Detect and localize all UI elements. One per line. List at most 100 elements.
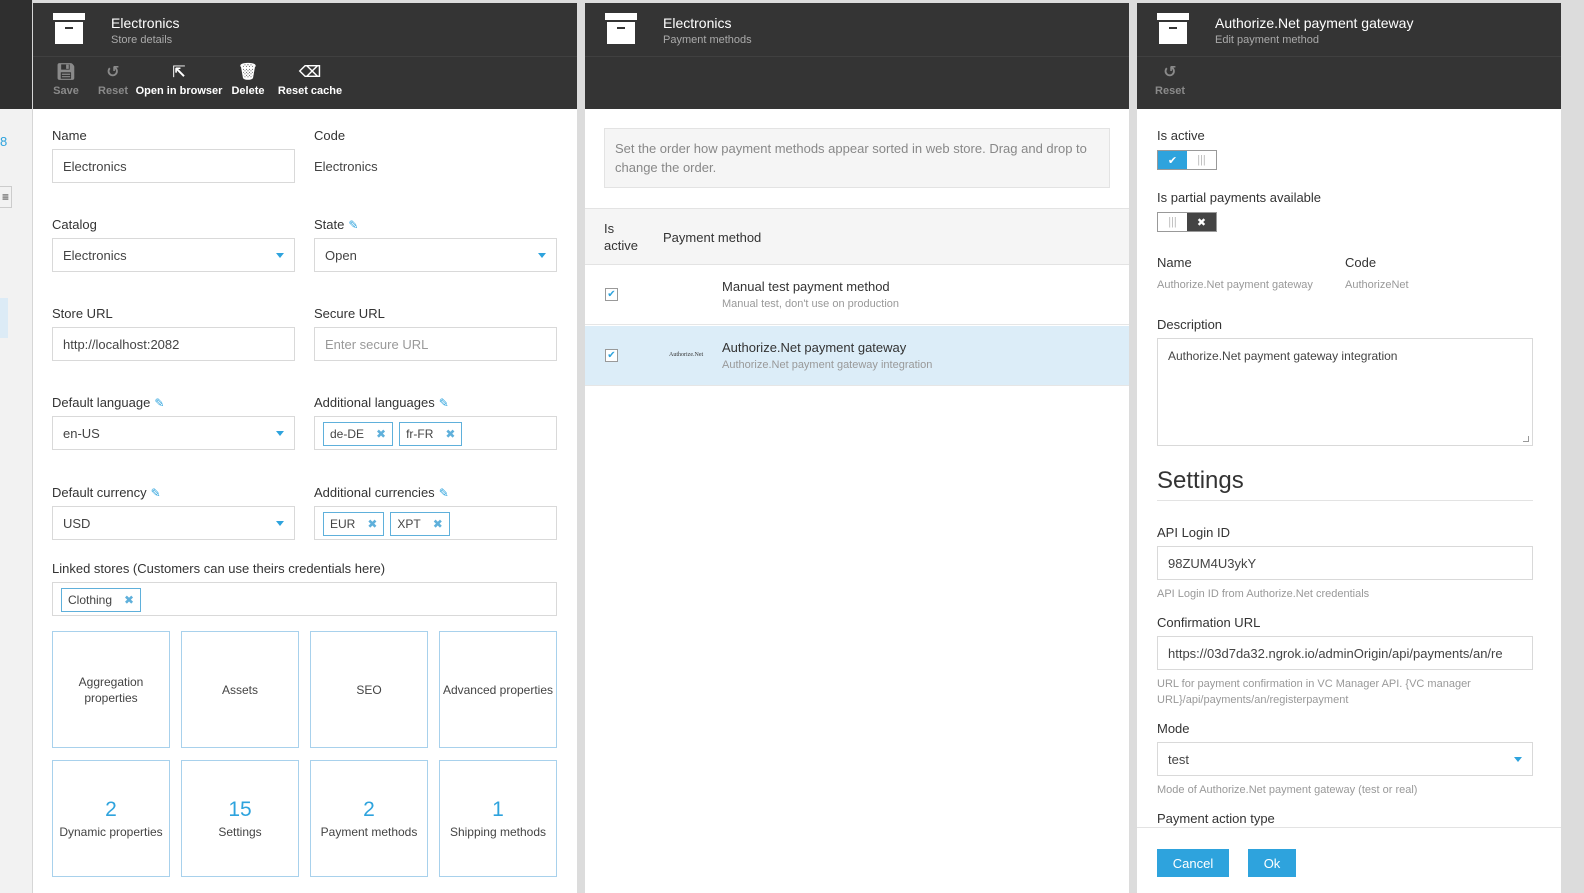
code-value: Electronics: [314, 159, 378, 174]
store-url-input[interactable]: http://localhost:2082: [52, 327, 295, 361]
left-strip-selected[interactable]: [0, 298, 8, 338]
chevron-down-icon: [538, 253, 546, 258]
language-tag: fr-FR ✖: [399, 422, 463, 446]
menu-icon[interactable]: ≡: [0, 186, 12, 208]
store-details-blade: Electronics Store details 💾︎ Save ↺ Rese…: [33, 3, 577, 893]
secure-url-label: Secure URL: [314, 306, 385, 321]
pencil-icon[interactable]: ✎: [348, 218, 358, 232]
default-currency-value: USD: [63, 516, 91, 531]
tile-aggregation-properties[interactable]: Aggregation properties: [52, 631, 170, 748]
tile-label: Assets: [221, 682, 258, 697]
external-link-icon: ⇱: [172, 64, 186, 81]
blade-subtitle: Payment methods: [663, 34, 752, 46]
chevron-down-icon: [276, 431, 284, 436]
mode-select[interactable]: test: [1157, 742, 1533, 776]
open-in-browser-button[interactable]: ⇱ Open in browser: [136, 57, 223, 109]
table-row-selected[interactable]: ✔ Authorize.Net Authorize.Net payment ga…: [585, 326, 1129, 386]
ok-button[interactable]: Ok: [1248, 849, 1296, 877]
default-currency-select[interactable]: USD: [52, 506, 295, 540]
reset-button[interactable]: ↺ Reset: [1147, 57, 1193, 109]
remove-icon[interactable]: ✖: [445, 427, 455, 441]
catalog-select[interactable]: Electronics: [52, 238, 295, 272]
cancel-button[interactable]: Cancel: [1157, 849, 1229, 877]
tile-count: 2: [105, 797, 117, 821]
tile-seo[interactable]: SEO: [310, 631, 428, 748]
default-language-label: Default language ✎: [52, 395, 164, 410]
name-label: Name: [1157, 255, 1192, 270]
col-payment-method[interactable]: Payment method: [663, 230, 761, 245]
tile-payment-methods[interactable]: 2 Payment methods: [310, 760, 428, 877]
archive-icon: [1157, 13, 1189, 45]
remove-icon[interactable]: ✖: [433, 517, 443, 531]
left-strip-header: [0, 0, 32, 109]
confirm-url-input[interactable]: https://03d7da32.ngrok.io/adminOrigin/ap…: [1157, 636, 1533, 670]
grid-header: Is active Payment method: [585, 208, 1129, 265]
remove-icon[interactable]: ✖: [367, 517, 377, 531]
secure-url-input[interactable]: Enter secure URL: [314, 327, 557, 361]
code-value: AuthorizeNet: [1345, 279, 1409, 291]
col-is-active[interactable]: Is active: [604, 220, 648, 254]
delete-button[interactable]: 🗑︎ Delete: [222, 57, 274, 109]
name-input[interactable]: Electronics: [52, 149, 295, 183]
additional-languages-tags[interactable]: de-DE ✖ fr-FR ✖: [314, 416, 557, 450]
currency-tag: EUR ✖: [323, 512, 385, 536]
tile-count: 2: [363, 797, 375, 821]
tile-count: 1: [492, 797, 504, 821]
name-label: Name: [52, 128, 87, 143]
save-button[interactable]: 💾︎ Save: [43, 57, 89, 109]
tile-assets[interactable]: Assets: [181, 631, 299, 748]
authorize-net-logo: Authorize.Net: [669, 352, 704, 358]
pencil-icon[interactable]: ✎: [439, 486, 449, 500]
chevron-down-icon: [276, 253, 284, 258]
state-select[interactable]: Open: [314, 238, 557, 272]
pencil-icon[interactable]: ✎: [154, 396, 164, 410]
language-tag: de-DE ✖: [323, 422, 394, 446]
tile-settings[interactable]: 15 Settings: [181, 760, 299, 877]
description-label: Description: [1157, 317, 1223, 332]
save-icon: 💾︎: [55, 64, 77, 81]
default-language-label-text: Default language: [52, 395, 151, 410]
api-login-label: API Login ID: [1157, 525, 1230, 540]
blade-header: Electronics Store details: [33, 3, 577, 57]
pencil-icon[interactable]: ✎: [439, 396, 449, 410]
default-currency-label-text: Default currency: [52, 485, 147, 500]
tile-advanced-properties[interactable]: Advanced properties: [439, 631, 557, 748]
blade-subtitle: Store details: [111, 34, 173, 46]
blade-subtitle: Edit payment method: [1215, 34, 1319, 46]
divider: [1157, 500, 1533, 501]
currency-tag: XPT ✖: [390, 512, 450, 536]
additional-currencies-tags[interactable]: EUR ✖ XPT ✖: [314, 506, 557, 540]
reset-button[interactable]: ↺ Reset: [90, 57, 136, 109]
pencil-icon[interactable]: ✎: [151, 486, 161, 500]
tile-label: Payment methods: [320, 824, 418, 839]
mode-hint: Mode of Authorize.Net payment gateway (t…: [1157, 784, 1418, 796]
grip-icon: |||: [1187, 151, 1216, 169]
partial-payments-toggle[interactable]: ||| ✖: [1157, 212, 1217, 232]
archive-icon: [605, 13, 637, 45]
remove-icon[interactable]: ✖: [124, 593, 134, 607]
code-label: Code: [314, 128, 346, 143]
blade-toolbar: ↺ Reset: [1137, 57, 1561, 109]
checkbox-checked-icon[interactable]: ✔: [605, 349, 618, 362]
table-row[interactable]: ✔ Manual test payment method Manual test…: [585, 265, 1129, 325]
reset-cache-button[interactable]: ⌫ Reset cache: [275, 57, 345, 109]
blade-title: Authorize.Net payment gateway: [1215, 15, 1414, 31]
checkbox-checked-icon[interactable]: ✔: [605, 288, 618, 301]
remove-icon[interactable]: ✖: [376, 427, 386, 441]
description-textarea[interactable]: Authorize.Net payment gateway integratio…: [1157, 338, 1533, 446]
default-language-select[interactable]: en-US: [52, 416, 295, 450]
api-login-input[interactable]: 98ZUM4U3ykY: [1157, 546, 1533, 580]
method-name: Manual test payment method: [722, 279, 890, 294]
payment-action-label: Payment action type: [1157, 811, 1275, 826]
resize-handle-icon[interactable]: [1523, 436, 1529, 442]
settings-heading: Settings: [1157, 467, 1244, 494]
grip-icon: |||: [1158, 213, 1187, 231]
description-text: Authorize.Net payment gateway integratio…: [1168, 349, 1398, 363]
is-active-toggle[interactable]: ✔ |||: [1157, 150, 1217, 170]
blade-toolbar: [585, 57, 1129, 109]
linked-stores-tags[interactable]: Clothing ✖: [52, 582, 557, 616]
tile-dynamic-properties[interactable]: 2 Dynamic properties: [52, 760, 170, 877]
language-tag-text: de-DE: [330, 427, 365, 441]
tile-shipping-methods[interactable]: 1 Shipping methods: [439, 760, 557, 877]
chevron-down-icon: [276, 521, 284, 526]
